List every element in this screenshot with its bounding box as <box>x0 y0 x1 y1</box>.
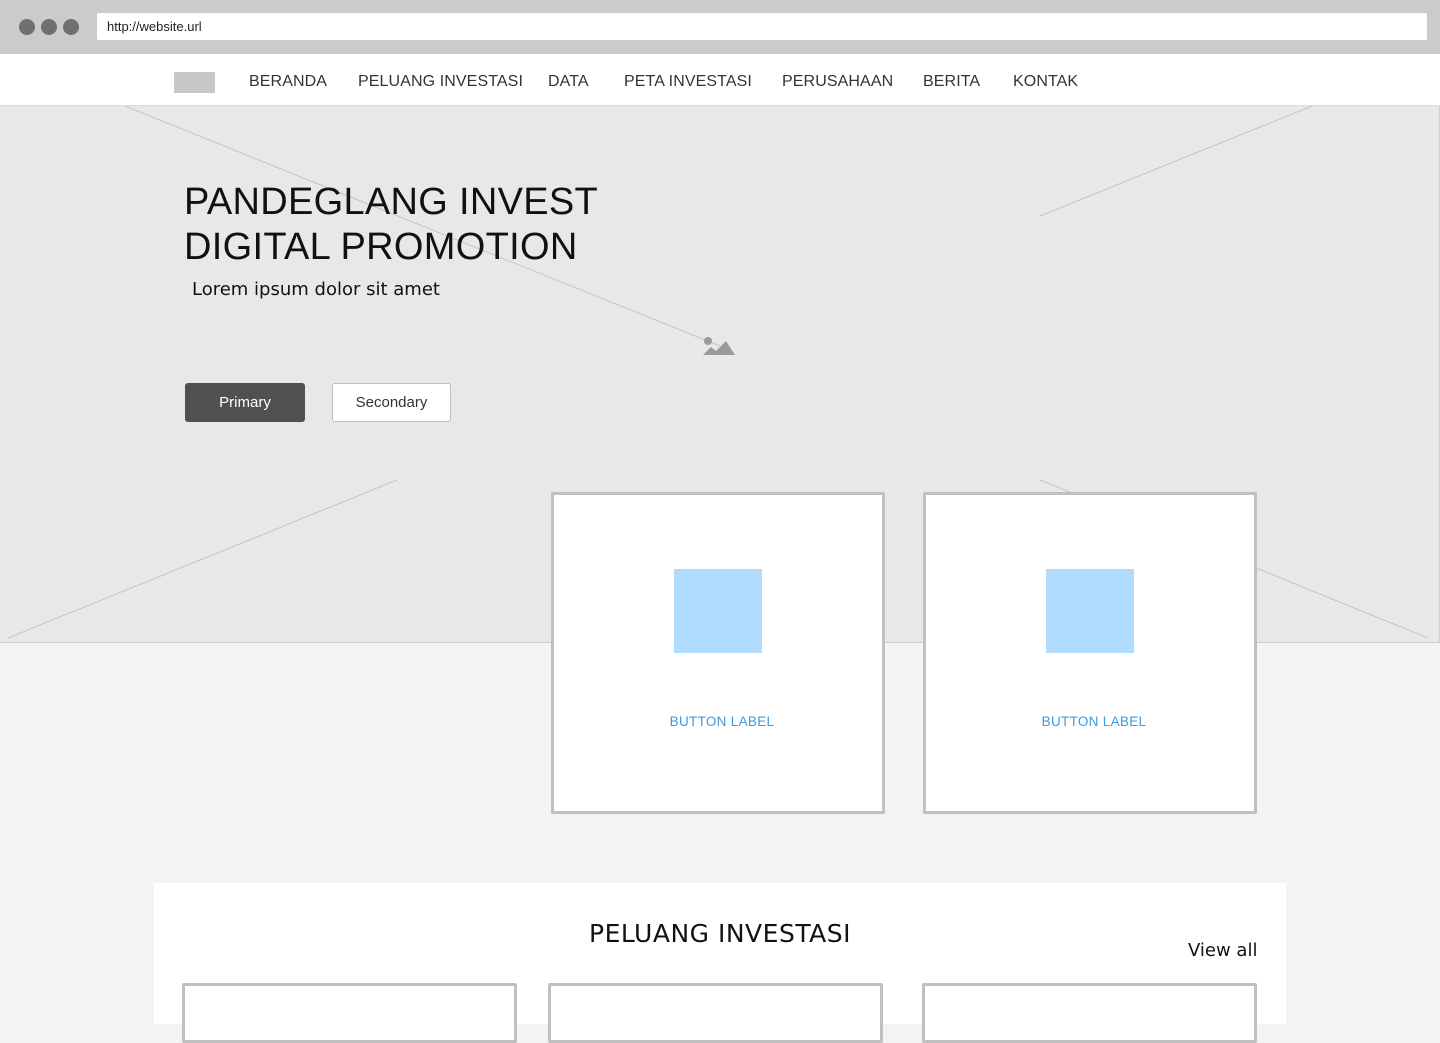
image-placeholder-icon <box>703 337 735 355</box>
window-minimize-dot[interactable] <box>41 19 57 35</box>
hero-subtitle: Lorem ipsum dolor sit amet <box>192 279 440 300</box>
section-title: PELUANG INVESTASI <box>589 919 851 948</box>
nav-item-data[interactable]: DATA <box>548 73 589 91</box>
nav-item-peta-investasi[interactable]: PETA INVESTASI <box>624 73 752 91</box>
primary-button[interactable]: Primary <box>185 383 305 422</box>
nav-item-peluang-investasi[interactable]: PELUANG INVESTASI <box>358 73 523 91</box>
browser-toolbar: http://website.url <box>0 0 1440 54</box>
peluang-investasi-section: PELUANG INVESTASI View all <box>154 883 1286 1043</box>
investment-card[interactable] <box>182 983 517 1043</box>
card-thumbnail <box>674 569 762 653</box>
nav-item-perusahaan[interactable]: PERUSAHAAN <box>782 73 893 91</box>
address-bar[interactable]: http://website.url <box>97 13 1427 40</box>
nav-item-beranda[interactable]: BERANDA <box>249 73 327 91</box>
window-close-dot[interactable] <box>19 19 35 35</box>
card-button-link[interactable]: BUTTON LABEL <box>554 714 882 729</box>
hero-title: PANDEGLANG INVEST DIGITAL PROMOTION <box>184 180 704 270</box>
secondary-button[interactable]: Secondary <box>332 383 451 422</box>
window-maximize-dot[interactable] <box>63 19 79 35</box>
hero-title-line-1: PANDEGLANG INVEST <box>184 181 599 223</box>
card-thumbnail <box>1046 569 1134 653</box>
feature-card[interactable]: BUTTON LABEL <box>923 492 1257 814</box>
feature-card[interactable]: BUTTON LABEL <box>551 492 885 814</box>
nav-item-berita[interactable]: BERITA <box>923 73 980 91</box>
site-logo[interactable] <box>174 72 215 93</box>
hero-title-line-2: DIGITAL PROMOTION <box>184 226 578 268</box>
card-button-link[interactable]: BUTTON LABEL <box>926 714 1254 729</box>
investment-card[interactable] <box>548 983 883 1043</box>
view-all-link[interactable]: View all <box>1188 940 1257 961</box>
main-navbar: BERANDA PELUANG INVESTASI DATA PETA INVE… <box>0 58 1440 106</box>
nav-item-kontak[interactable]: KONTAK <box>1013 73 1078 91</box>
investment-card[interactable] <box>922 983 1257 1043</box>
